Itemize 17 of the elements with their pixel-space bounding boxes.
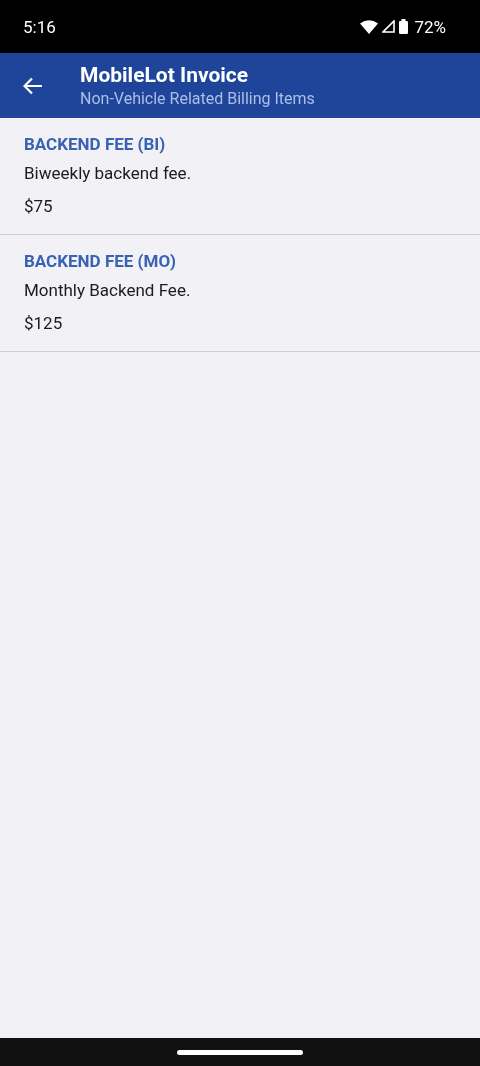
billing-item[interactable]: BACKEND FEE (BI) Biweekly backend fee. $75	[0, 118, 480, 235]
wifi-icon	[360, 19, 379, 34]
back-arrow-icon	[23, 76, 43, 95]
item-price: $75	[24, 195, 54, 218]
app-title: MobileLot Invoice	[80, 61, 250, 88]
item-name: BACKEND FEE (MO)	[24, 250, 178, 273]
item-description: Monthly Backend Fee.	[24, 279, 192, 302]
item-price: $125	[24, 312, 64, 335]
battery-percent: 72%	[414, 16, 446, 37]
signal-icon	[382, 20, 396, 33]
item-name: BACKEND FEE (BI)	[24, 133, 167, 156]
app-subtitle: Non-Vehicle Related Billing Items	[80, 87, 315, 110]
status-time: 5:16	[23, 16, 56, 37]
gesture-handle[interactable]	[177, 1049, 303, 1055]
item-description: Biweekly backend fee.	[24, 162, 193, 185]
battery-icon	[399, 19, 409, 34]
billing-item[interactable]: BACKEND FEE (MO) Monthly Backend Fee. $125	[0, 235, 480, 352]
